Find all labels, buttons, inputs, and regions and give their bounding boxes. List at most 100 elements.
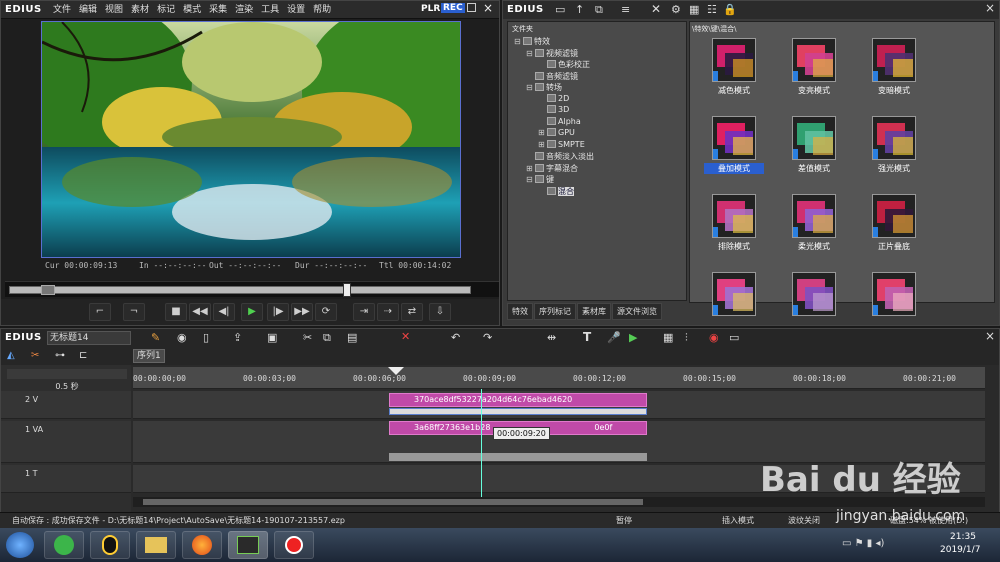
recorder-icon[interactable]: [274, 531, 314, 559]
copy-clip-icon[interactable]: ⧉: [323, 331, 331, 345]
insert-icon[interactable]: ⇥: [353, 303, 375, 321]
new-sequence-icon[interactable]: ▯: [203, 331, 209, 344]
grid-icon[interactable]: ▦: [663, 331, 673, 344]
tree-item[interactable]: Alpha: [538, 116, 581, 126]
step-back-icon[interactable]: ◀|: [213, 303, 235, 321]
fast-forward-icon[interactable]: ▶▶: [291, 303, 313, 321]
menu-item[interactable]: 采集: [205, 1, 231, 19]
tree-expander-icon[interactable]: ⊟: [526, 175, 535, 184]
mark-out-icon[interactable]: ¬: [123, 303, 145, 321]
tree-item[interactable]: ⊟ 特效: [514, 36, 550, 47]
rec-label[interactable]: REC: [441, 3, 465, 13]
menu-item[interactable]: 模式: [179, 1, 205, 19]
mixer-icon[interactable]: ⫶: [685, 331, 688, 345]
up-folder-icon[interactable]: ↑: [575, 3, 584, 16]
tree-expander-icon[interactable]: ⊟: [526, 49, 535, 58]
menu-item[interactable]: 视图: [101, 1, 127, 19]
shuttle-handle[interactable]: [41, 285, 55, 295]
menu-item[interactable]: 标记: [153, 1, 179, 19]
view-icon[interactable]: ▦: [689, 3, 699, 16]
mic-icon[interactable]: 🎤: [607, 331, 621, 344]
clip-mix-bar[interactable]: [389, 408, 647, 415]
scrollbar-thumb[interactable]: [143, 499, 643, 505]
stop-icon[interactable]: ■: [165, 303, 187, 321]
effect-item[interactable]: 强光模式: [864, 116, 924, 192]
list-icon[interactable]: ☷: [707, 3, 717, 16]
close-icon[interactable]: ×: [483, 1, 493, 15]
folder-icon[interactable]: ▭: [555, 3, 565, 16]
edit-tool-icon[interactable]: ✎: [151, 331, 160, 344]
loop-icon[interactable]: ⟳: [315, 303, 337, 321]
tree-item[interactable]: ⊟ 视频滤镜: [526, 48, 578, 59]
tab-source-browser[interactable]: 源文件浏览: [612, 303, 662, 320]
step-forward-icon[interactable]: |▶: [267, 303, 289, 321]
tree-item[interactable]: 音频淡入淡出: [526, 151, 594, 162]
cut-icon[interactable]: ✂: [303, 331, 312, 344]
mode-icon[interactable]: ◭: [7, 350, 15, 361]
title-icon[interactable]: T: [583, 330, 591, 344]
new-icon[interactable]: ≡: [621, 3, 630, 16]
overwrite-icon[interactable]: ⇢: [377, 303, 399, 321]
menu-item[interactable]: 编辑: [75, 1, 101, 19]
tree-expander-icon[interactable]: ⊞: [526, 164, 535, 173]
tab-bin[interactable]: 素材库: [577, 303, 611, 320]
tree-item[interactable]: ⊟ 键: [526, 174, 554, 185]
track-header-2v[interactable]: 2 V: [1, 391, 131, 419]
tree-expander-icon[interactable]: ⊞: [538, 140, 547, 149]
layout-icon[interactable]: ▭: [729, 331, 739, 344]
edius-taskbar-icon[interactable]: [228, 531, 268, 559]
qq-icon[interactable]: [90, 531, 130, 559]
tree-item[interactable]: 色彩校正: [538, 59, 590, 70]
minimize-icon[interactable]: [467, 3, 476, 12]
effect-item[interactable]: 排除模式: [704, 194, 764, 270]
menu-item[interactable]: 渲染: [231, 1, 257, 19]
play-icon[interactable]: ▶: [241, 303, 263, 321]
tab-effects[interactable]: 特效: [507, 303, 533, 320]
track-header-1va[interactable]: 1 VA: [1, 421, 131, 463]
effect-item[interactable]: 正片叠底: [864, 194, 924, 270]
explorer-icon[interactable]: [136, 531, 176, 559]
effect-item[interactable]: 叠加模式: [704, 116, 764, 192]
scrub-track[interactable]: [9, 286, 471, 294]
copy-icon[interactable]: ⧉: [595, 3, 603, 17]
tree-item[interactable]: 音频滤镜: [526, 71, 578, 82]
audio-waveform[interactable]: [389, 453, 647, 461]
export-icon[interactable]: ⇩: [429, 303, 451, 321]
lock-icon[interactable]: 🔒: [723, 3, 737, 16]
tree-item[interactable]: 3D: [538, 105, 569, 114]
mark-in-icon[interactable]: ⌐: [89, 303, 111, 321]
rewind-icon[interactable]: ◀◀: [189, 303, 211, 321]
effect-item[interactable]: 减色模式: [704, 38, 764, 114]
delete-clip-icon[interactable]: ✕: [401, 330, 410, 343]
effect-item[interactable]: 差值模式: [784, 116, 844, 192]
effect-item[interactable]: 变亮模式: [784, 38, 844, 114]
settings-icon[interactable]: ⚙: [671, 3, 681, 16]
start-button[interactable]: [6, 532, 34, 558]
zoom-slider[interactable]: [7, 369, 127, 379]
snap-icon[interactable]: ⇹: [547, 331, 556, 344]
group-icon[interactable]: ⊏: [79, 350, 87, 361]
timeline-close-icon[interactable]: ×: [985, 329, 995, 343]
sequence-tab[interactable]: 序列1: [133, 349, 165, 363]
menu-item[interactable]: 设置: [283, 1, 309, 19]
tree-item[interactable]: ⊞ GPU: [538, 128, 575, 137]
fx-close-icon[interactable]: ×: [985, 1, 995, 15]
camera-icon[interactable]: ◉: [177, 331, 187, 344]
track-2v[interactable]: 370ace8df53227a204d64c76ebad4620: [133, 391, 985, 419]
timeline-clip[interactable]: 370ace8df53227a204d64c76ebad4620: [389, 393, 647, 407]
open-icon[interactable]: ⇪: [233, 331, 242, 344]
firefox-icon[interactable]: [182, 531, 222, 559]
scrub-bar[interactable]: [5, 281, 499, 297]
timeline-ruler[interactable]: 00:00:00;00 00:00:03;00 00:00:06;00 00:0…: [133, 367, 985, 389]
record-icon[interactable]: ◉: [709, 331, 719, 344]
save-icon[interactable]: ▣: [267, 331, 277, 344]
render-icon[interactable]: ▶: [629, 331, 637, 344]
menu-item[interactable]: 帮助: [309, 1, 335, 19]
playhead-handle[interactable]: [343, 283, 351, 297]
tree-expander-icon[interactable]: ⊞: [538, 128, 547, 137]
delete-icon[interactable]: ✕: [651, 2, 661, 16]
tree-item[interactable]: ⊞ 字幕混合: [526, 163, 578, 174]
paste-icon[interactable]: ▤: [347, 331, 357, 344]
undo-icon[interactable]: ↶: [451, 331, 460, 344]
link-icon[interactable]: ⊶: [55, 350, 65, 361]
